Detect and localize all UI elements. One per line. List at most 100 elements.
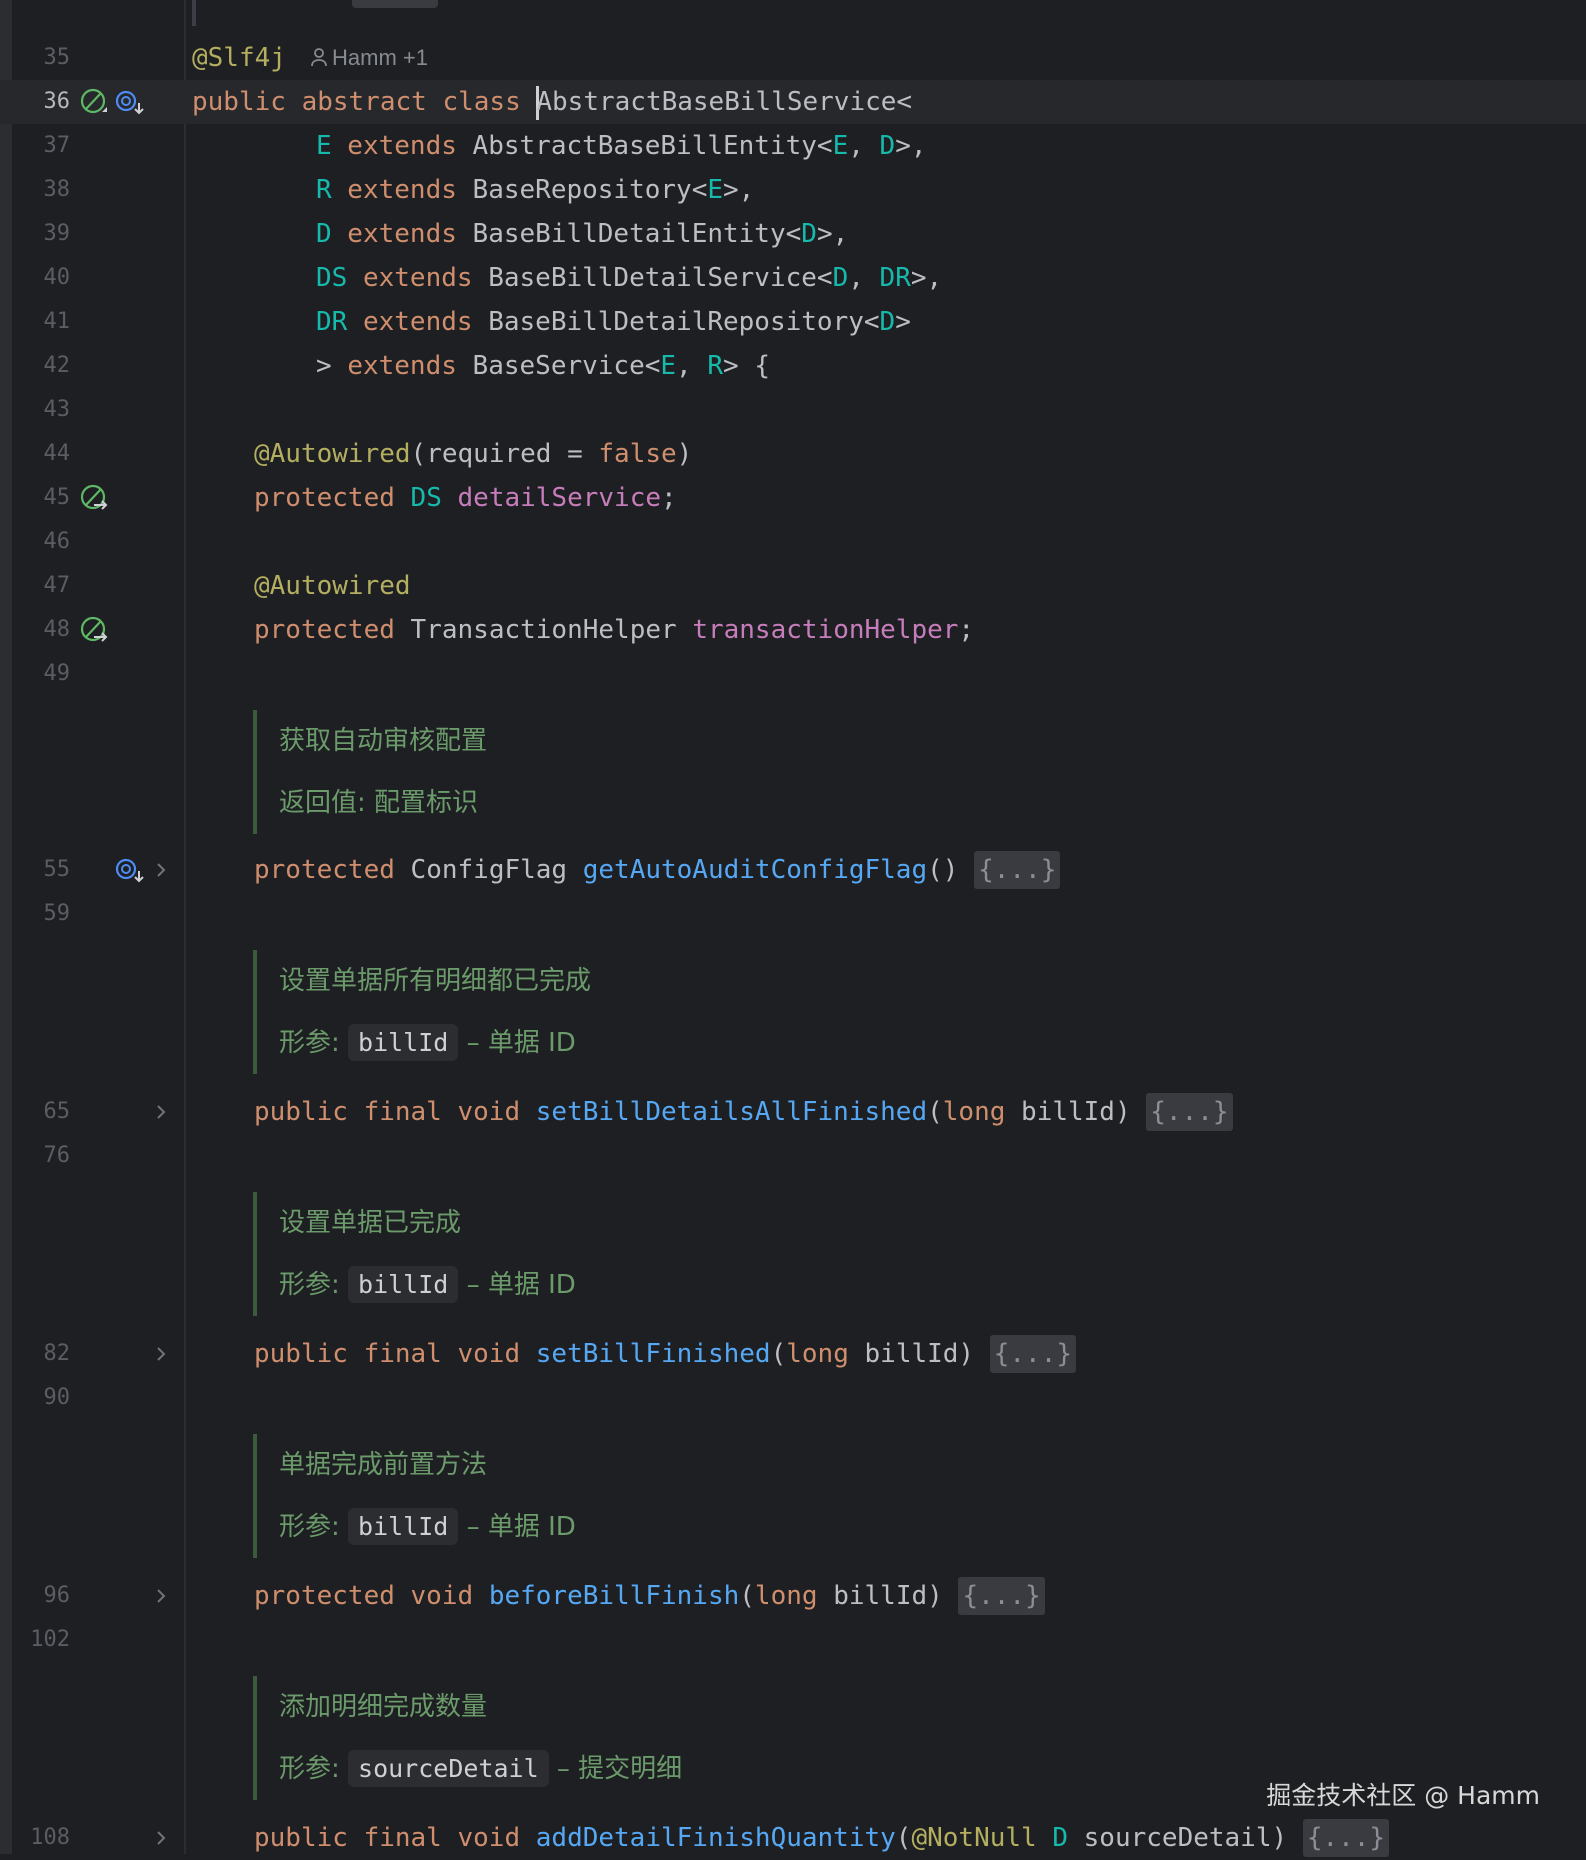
- spring-bean-icon[interactable]: [80, 87, 110, 117]
- line-number: 108: [30, 1825, 70, 1850]
- author-text: Hamm +1: [332, 45, 428, 70]
- method-declaration: protected void beforeBillFinish(long bil…: [254, 1574, 1045, 1618]
- code-line-48[interactable]: 48 protected TransactionHelper transacti…: [0, 608, 1586, 652]
- doc-title: 获取自动审核配置: [279, 726, 488, 756]
- line-number: 37: [43, 133, 71, 158]
- code-line-108[interactable]: 108 public final void addDetailFinishQua…: [0, 1816, 1586, 1860]
- line-number: 82: [43, 1341, 71, 1366]
- code-line-45[interactable]: 45 protected DS detailService;: [0, 476, 1586, 520]
- method-declaration: public final void addDetailFinishQuantit…: [254, 1816, 1390, 1860]
- folded-body[interactable]: {...}: [974, 851, 1061, 889]
- javadoc-block[interactable]: 单据完成前置方法 形参: billId – 单据 ID: [253, 1434, 576, 1558]
- class-declaration: public abstract class AbstractBaseBillSe…: [192, 80, 912, 124]
- line-number: 39: [43, 221, 71, 246]
- doc-param: 形参: billId – 单据 ID: [279, 1012, 591, 1074]
- method-declaration: public final void setBillFinished(long b…: [254, 1332, 1077, 1376]
- code-line-44[interactable]: 44 @Autowired(required = false): [0, 432, 1586, 476]
- code-line-39[interactable]: 39 D extends BaseBillDetailEntity<D>,: [0, 212, 1586, 256]
- person-icon: [311, 48, 327, 67]
- code-line-90[interactable]: 90: [0, 1376, 1586, 1420]
- doc-param: 形参: sourceDetail – 提交明细: [279, 1738, 682, 1800]
- code-editor[interactable]: 35 @Slf4j Hamm +1 36 public abstract cla…: [0, 0, 1586, 1857]
- spring-bean-icon[interactable]: [80, 483, 110, 513]
- line-number: 59: [43, 901, 71, 926]
- autowired-annotation: @Autowired(required = false): [254, 439, 693, 469]
- code-line-82[interactable]: 82 public final void setBillFinished(lon…: [0, 1332, 1586, 1376]
- field-declaration: protected TransactionHelper transactionH…: [254, 615, 975, 645]
- chevron-right-icon[interactable]: [152, 1587, 170, 1605]
- param-chip: sourceDetail: [348, 1750, 549, 1787]
- line-number: 36: [43, 89, 71, 114]
- code-line-37[interactable]: 37 E extends AbstractBaseBillEntity<E, D…: [0, 124, 1586, 168]
- line-number: 47: [43, 573, 71, 598]
- code-line-36[interactable]: 36 public abstract class AbstractBaseBil…: [0, 80, 1586, 124]
- javadoc-block[interactable]: 获取自动审核配置 返回值: 配置标识: [253, 710, 487, 834]
- spring-bean-icon[interactable]: [80, 615, 110, 645]
- doc-title: 单据完成前置方法: [279, 1450, 488, 1480]
- folded-region-top: [352, 0, 438, 8]
- chevron-right-icon[interactable]: [152, 861, 170, 879]
- watermark: 掘金技术社区 @ Hamm: [1266, 1781, 1540, 1810]
- code-line-35[interactable]: 35 @Slf4j Hamm +1: [0, 36, 1586, 80]
- line-number: 42: [43, 353, 71, 378]
- javadoc-block[interactable]: 添加明细完成数量 形参: sourceDetail – 提交明细: [253, 1676, 682, 1800]
- line-number: 40: [43, 265, 71, 290]
- param-chip: billId: [348, 1266, 459, 1303]
- doc-param: 形参: billId – 单据 ID: [279, 1254, 576, 1316]
- scope-guide: [192, 0, 196, 26]
- implemented-method-icon[interactable]: [114, 856, 144, 886]
- class-name[interactable]: AbstractBaseBillService: [536, 87, 896, 117]
- line-number: 45: [43, 485, 71, 510]
- code-line-65[interactable]: 65 public final void setBillDetailsAllFi…: [0, 1090, 1586, 1134]
- method-declaration: protected ConfigFlag getAutoAuditConfigF…: [254, 848, 1061, 892]
- code-line-38[interactable]: 38 R extends BaseRepository<E>,: [0, 168, 1586, 212]
- code-line-41[interactable]: 41 DR extends BaseBillDetailRepository<D…: [0, 300, 1586, 344]
- code-line-40[interactable]: 40 DS extends BaseBillDetailService<D, D…: [0, 256, 1586, 300]
- doc-title: 设置单据所有明细都已完成: [279, 966, 592, 996]
- line-number: 76: [43, 1143, 71, 1168]
- line-number: 43: [43, 397, 71, 422]
- line-number: 102: [30, 1627, 70, 1652]
- line-number: 96: [43, 1583, 71, 1608]
- code-line-43[interactable]: 43: [0, 388, 1586, 432]
- code-line-42[interactable]: 42 > extends BaseService<E, R> {: [0, 344, 1586, 388]
- folded-body[interactable]: {...}: [958, 1577, 1045, 1615]
- line-number: 90: [43, 1385, 71, 1410]
- chevron-right-icon[interactable]: [152, 1103, 170, 1121]
- code-line-102[interactable]: 102: [0, 1618, 1586, 1662]
- annotation-slf4j: @Slf4j: [192, 43, 286, 73]
- folded-body[interactable]: {...}: [989, 1335, 1077, 1373]
- code-line-96[interactable]: 96 protected void beforeBillFinish(long …: [0, 1574, 1586, 1618]
- field-declaration: protected DS detailService;: [254, 483, 677, 513]
- line-number: 55: [43, 857, 71, 882]
- line-number: 44: [43, 441, 71, 466]
- folded-body[interactable]: {...}: [1146, 1093, 1233, 1131]
- code-line-49[interactable]: 49: [0, 652, 1586, 696]
- param-chip: billId: [348, 1024, 459, 1061]
- extends-line: > extends BaseService<E, R> {: [316, 351, 770, 381]
- line-number: 49: [43, 661, 71, 686]
- line-number: 65: [43, 1099, 71, 1124]
- code-line-76[interactable]: 76: [0, 1134, 1586, 1178]
- code-line-46[interactable]: 46: [0, 520, 1586, 564]
- type-param-line: E extends AbstractBaseBillEntity<E, D>,: [316, 131, 927, 161]
- method-declaration: public final void setBillDetailsAllFinis…: [254, 1090, 1233, 1134]
- doc-param: 形参: billId – 单据 ID: [279, 1496, 576, 1558]
- implemented-method-icon[interactable]: [114, 88, 144, 118]
- code-line-47[interactable]: 47 @Autowired: [0, 564, 1586, 608]
- line-number: 35: [43, 45, 71, 70]
- author-inlay[interactable]: Hamm +1: [310, 36, 428, 80]
- doc-title: 设置单据已完成: [279, 1208, 462, 1238]
- code-line-55[interactable]: 55 protected ConfigFlag getAutoAuditConf…: [0, 848, 1586, 892]
- line-number: 38: [43, 177, 71, 202]
- chevron-right-icon[interactable]: [152, 1345, 170, 1363]
- javadoc-block[interactable]: 设置单据所有明细都已完成 形参: billId – 单据 ID: [253, 950, 591, 1074]
- code-line-59[interactable]: 59: [0, 892, 1586, 936]
- folded-body[interactable]: {...}: [1302, 1819, 1390, 1857]
- type-param-line: DS extends BaseBillDetailService<D, DR>,: [316, 263, 943, 293]
- chevron-right-icon[interactable]: [152, 1829, 170, 1847]
- type-param-line: DR extends BaseBillDetailRepository<D>: [316, 307, 911, 337]
- javadoc-block[interactable]: 设置单据已完成 形参: billId – 单据 ID: [253, 1192, 576, 1316]
- doc-title: 添加明细完成数量: [279, 1692, 488, 1722]
- line-number: 41: [43, 309, 71, 334]
